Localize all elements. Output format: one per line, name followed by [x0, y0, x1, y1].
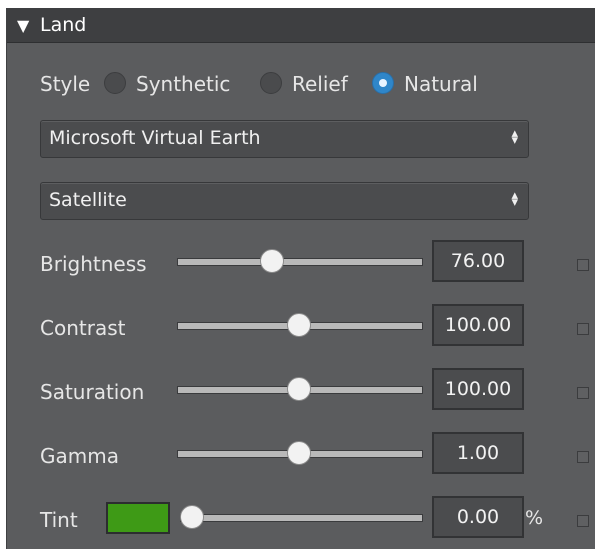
gamma-value-field[interactable]: 1.00	[432, 432, 524, 474]
collapse-triangle-icon[interactable]: ▼	[17, 16, 29, 35]
brightness-checkbox[interactable]	[577, 259, 589, 271]
provider-select[interactable]: Microsoft Virtual Earth ▴ ▾	[40, 120, 529, 158]
radio-synthetic-label[interactable]: Synthetic	[136, 72, 230, 96]
tint-checkbox[interactable]	[577, 515, 589, 527]
radio-relief-label[interactable]: Relief	[292, 72, 348, 96]
contrast-slider-knob[interactable]	[287, 313, 311, 337]
tint-slider-track[interactable]	[180, 514, 423, 522]
tint-slider-knob[interactable]	[180, 505, 204, 529]
tint-label: Tint	[40, 508, 78, 532]
tint-color-swatch[interactable]	[106, 502, 170, 534]
brightness-slider-knob[interactable]	[260, 249, 284, 273]
contrast-checkbox[interactable]	[577, 323, 589, 335]
saturation-label: Saturation	[40, 380, 145, 404]
gamma-checkbox[interactable]	[577, 451, 589, 463]
top-clipped-text	[0, 0, 598, 8]
contrast-label: Contrast	[40, 316, 126, 340]
radio-synthetic[interactable]	[104, 72, 126, 94]
tint-unit-label: %	[525, 507, 544, 529]
tint-value-field[interactable]: 0.00	[432, 496, 524, 538]
panel-title: Land	[40, 14, 87, 36]
contrast-value-field[interactable]: 100.00	[432, 304, 524, 346]
panel-header[interactable]: ▼ Land	[7, 8, 595, 43]
up-down-arrows-icon: ▴ ▾	[511, 126, 518, 148]
up-down-arrows-icon: ▴ ▾	[511, 188, 518, 210]
saturation-checkbox[interactable]	[577, 387, 589, 399]
radio-relief[interactable]	[260, 72, 282, 94]
imagery-select-value: Satellite	[49, 189, 127, 211]
provider-select-value: Microsoft Virtual Earth	[49, 127, 261, 149]
saturation-value-field[interactable]: 100.00	[432, 368, 524, 410]
saturation-slider-knob[interactable]	[287, 377, 311, 401]
gamma-slider-knob[interactable]	[287, 441, 311, 465]
land-panel: ▼ Land Style Synthetic Relief Natural Mi…	[6, 8, 595, 549]
brightness-label: Brightness	[40, 252, 147, 276]
style-label: Style	[40, 72, 91, 96]
radio-natural-label[interactable]: Natural	[404, 72, 478, 96]
brightness-slider-track[interactable]	[177, 258, 423, 266]
imagery-select[interactable]: Satellite ▴ ▾	[40, 182, 529, 220]
radio-natural[interactable]	[372, 72, 394, 94]
gamma-label: Gamma	[40, 444, 119, 468]
brightness-value-field[interactable]: 76.00	[432, 240, 524, 282]
